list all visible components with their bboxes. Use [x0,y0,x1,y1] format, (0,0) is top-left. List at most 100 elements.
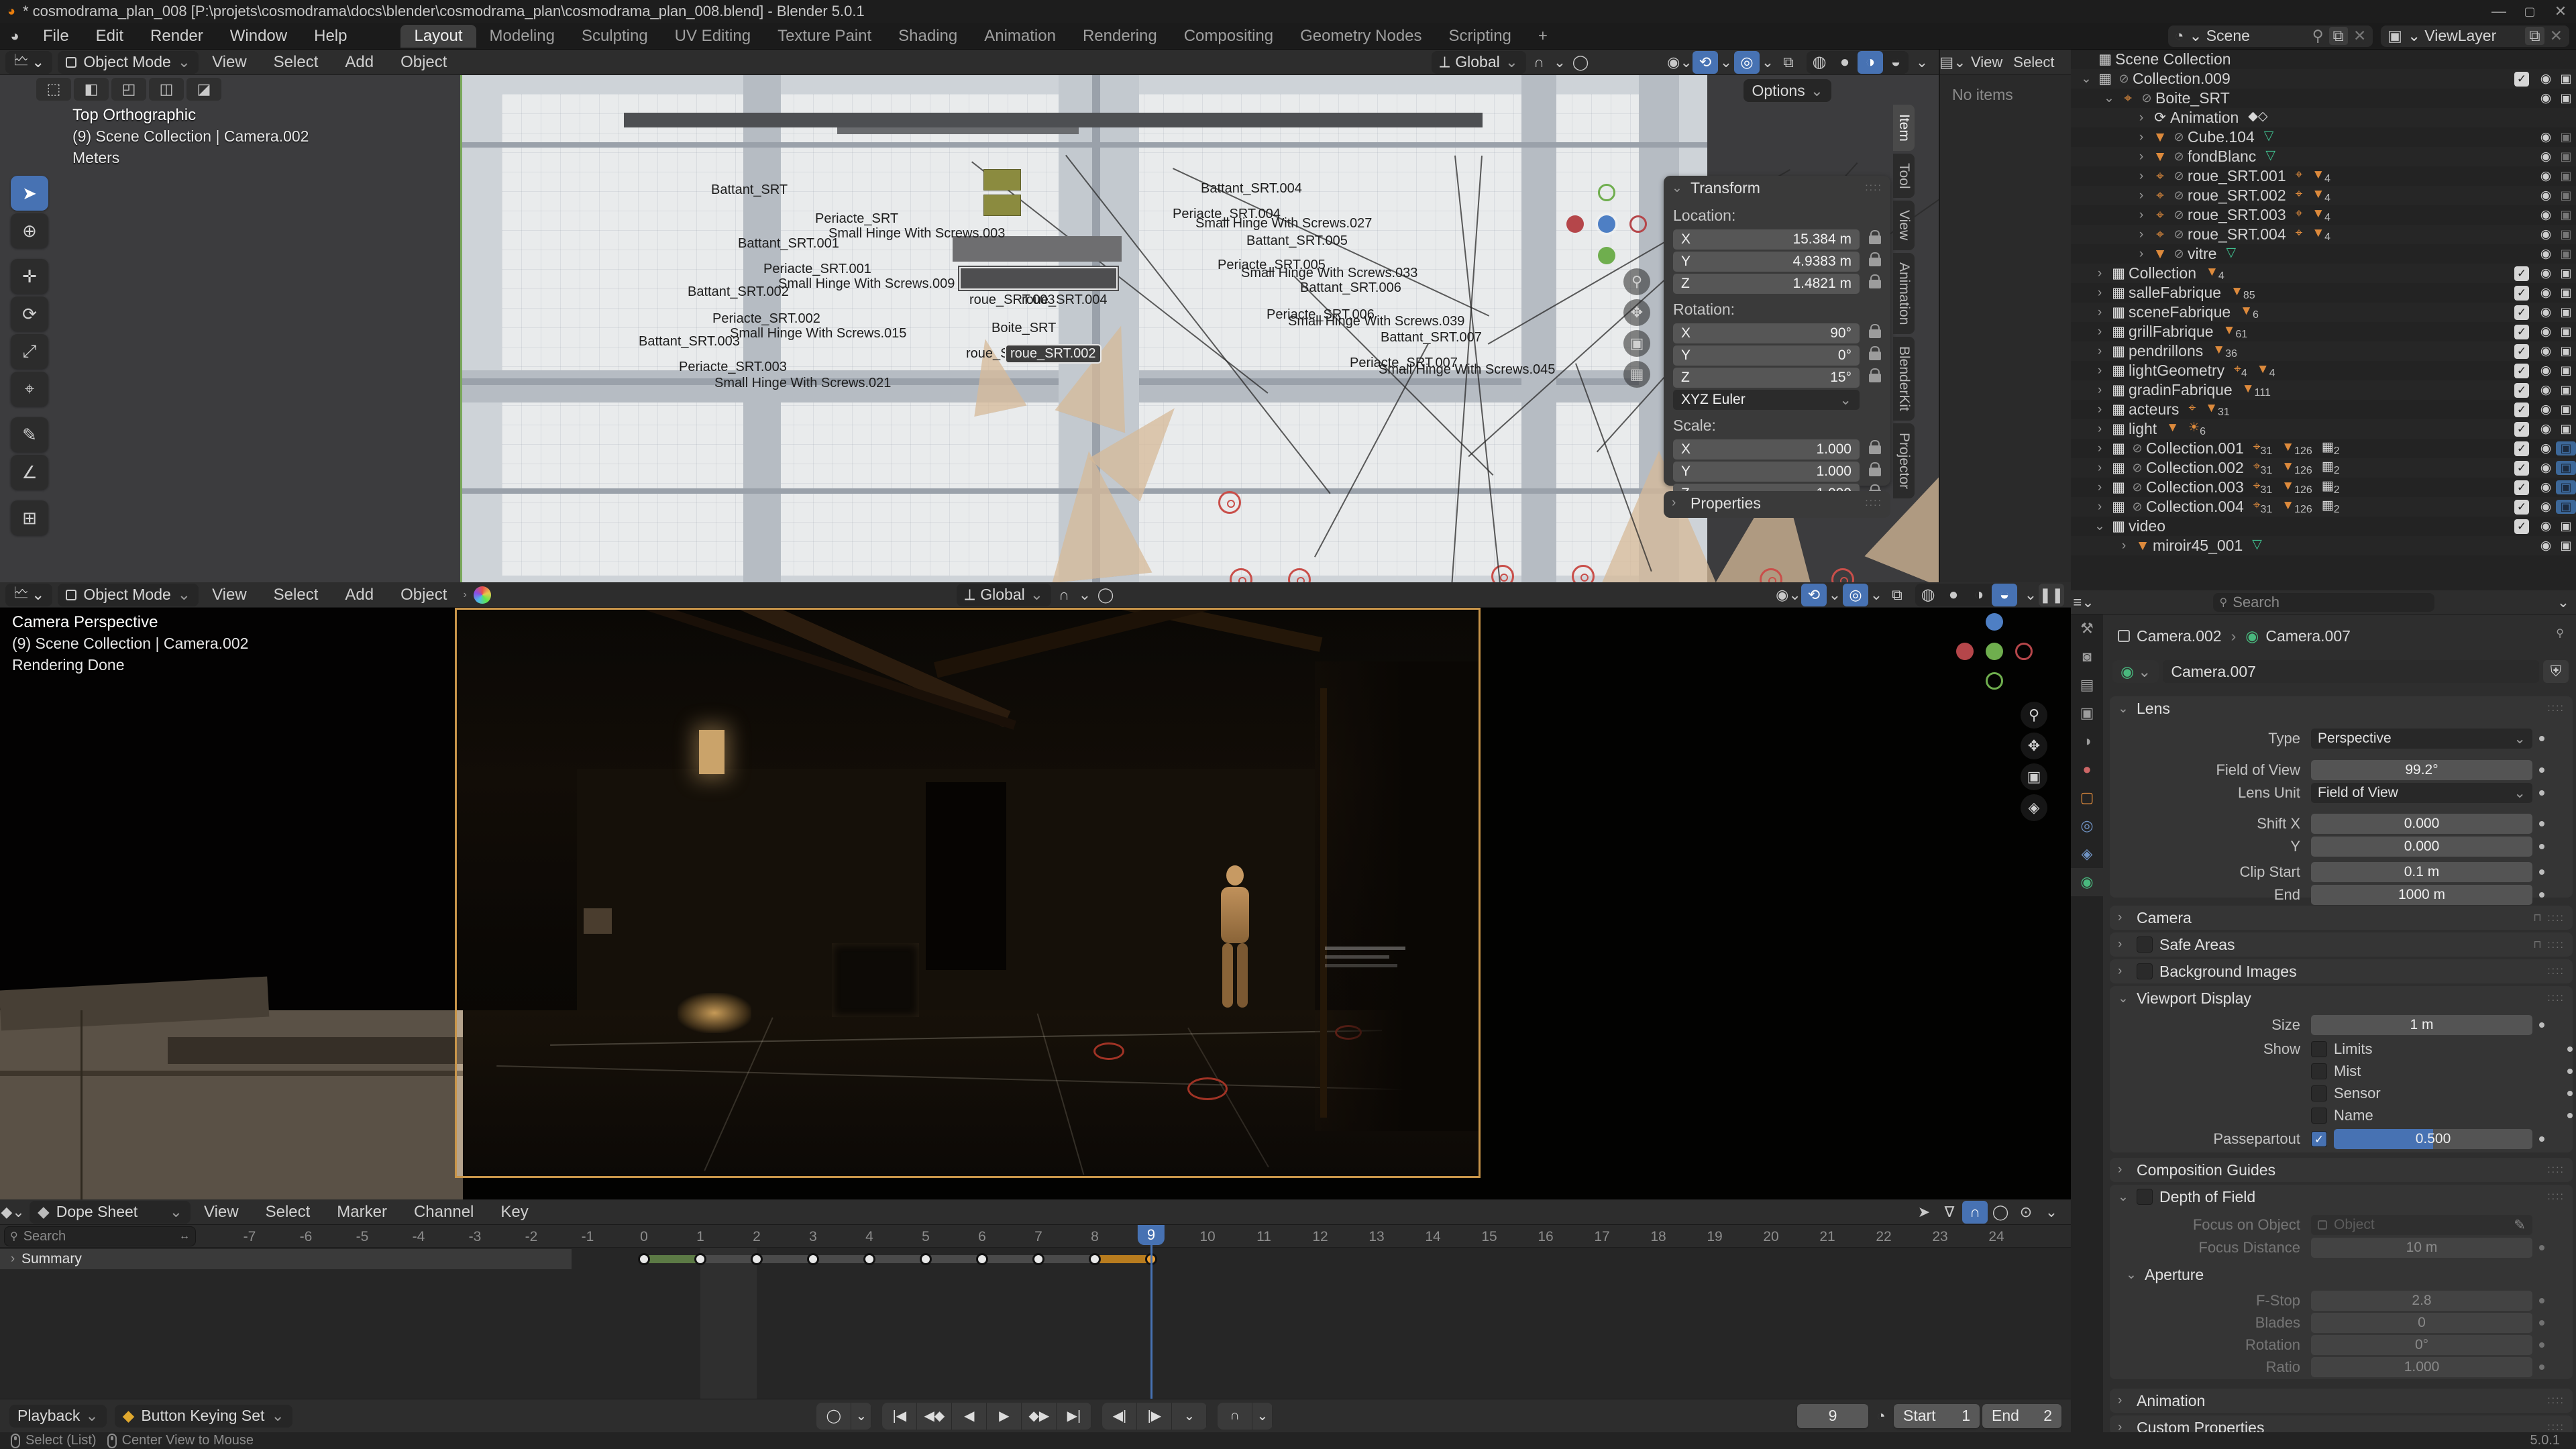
hide-eye-icon[interactable]: ◉ [2536,519,2556,534]
outliner-item-label[interactable]: video [2129,517,2165,535]
select-mode-icon[interactable]: ◧ [74,78,109,101]
outliner-item-label[interactable]: roue_SRT.002 [2188,186,2286,205]
gizmos-toggle[interactable]: ⟲ [1693,50,1718,74]
outliner-item-label[interactable]: Scene Collection [2115,50,2231,68]
outliner-item-label[interactable]: lightGeometry [2129,362,2224,380]
transport-button[interactable]: ◀ [952,1402,987,1430]
options-dropdown[interactable]: ⌄ [2551,591,2576,614]
record-dropdown[interactable]: ⌄ [851,1402,872,1430]
ortho-grid-icon[interactable]: ▦ [1623,361,1650,388]
disable-render-camera-icon[interactable]: ▣ [2556,480,2576,494]
unlink-scene-icon[interactable]: ✕ [2353,27,2366,45]
outliner-item-label[interactable]: Collection [2129,264,2196,282]
outliner-row[interactable]: › ▦ ⊘ light ▼ ☀6 ✓ ◉ ▣ [2071,419,2576,439]
keyframe-dot[interactable] [807,1253,819,1265]
toolbar-tool-button[interactable]: ⊕ [11,213,48,248]
plan-object-label[interactable]: Battant_SRT.005 [1246,233,1348,249]
playhead-line[interactable] [1150,1225,1152,1399]
id-name-field[interactable]: Camera.007 [2163,660,2539,683]
toolbar-tool-button[interactable]: ⟳ [11,297,48,331]
outliner-row[interactable]: › ▦ ⊘ acteurs ⌖ ▼31 ✓ ◉ ▣ [2071,400,2576,419]
disable-render-camera-icon[interactable]: ▣ [2556,189,2576,203]
snap-dropdown[interactable]: ⌄ [1077,584,1093,606]
mist-checkbox[interactable] [2311,1063,2327,1079]
zoom-icon[interactable]: ⚲ [2021,702,2047,729]
lock-icon[interactable] [1869,229,1881,244]
select-mode-icon[interactable]: ◫ [149,78,184,101]
disable-render-camera-icon[interactable]: ▣ [2556,500,2576,514]
hide-eye-icon[interactable]: ◉ [2536,227,2556,242]
proportional-editing-icon[interactable]: ◯ [1568,51,1593,74]
shading-mode-button[interactable]: ◑ [1858,50,1883,74]
snap-magnet-icon[interactable]: ∩ [1051,584,1077,606]
toolbar-tool-button[interactable]: ✎ [11,417,48,452]
outliner-item-label[interactable]: Collection.009 [2133,70,2231,88]
disable-render-camera-icon[interactable]: ▣ [2556,325,2576,339]
frame-start-field[interactable]: Start 1 [1894,1403,1980,1428]
gizmos-toggle[interactable]: ⟲ [1801,583,1827,606]
workspace-tab[interactable]: Layout [400,24,476,48]
lock-icon[interactable] [1869,439,1881,454]
animate-dot[interactable] [2567,1046,2573,1052]
outliner-row[interactable]: › ▦ ⊘ gradinFabrique ▼111 ✓ ◉ ▣ [2071,380,2576,400]
shading-mode-button[interactable]: ◍ [1915,584,1941,606]
passepartout-checkbox[interactable]: ✓ [2311,1131,2327,1147]
exclude-checkbox[interactable]: ✓ [2514,519,2529,534]
properties-tab[interactable]: ▣ [2071,699,2103,727]
clip-end-field[interactable]: 1000 m [2311,885,2532,905]
disable-render-camera-icon[interactable]: ▣ [2556,169,2576,183]
animate-dot[interactable] [2567,1113,2573,1118]
workspace-tab[interactable]: UV Editing [661,25,764,48]
plan-object-label[interactable]: Battant_SRT.006 [1300,280,1401,296]
outliner-row[interactable]: › ▦ ⊘ sceneFabrique ▼6 ✓ ◉ ▣ [2071,303,2576,322]
outliner-row[interactable]: ⌄ ⌖ ⊘ Boite_SRT ✓ ◉ ▣ [2071,89,2576,108]
playback-popover[interactable]: Playback ⌄ [9,1404,107,1428]
outliner-row[interactable]: › ▦ ⊘ Collection.003 ⌖31 ▼126 ▦2 ✓ ◉ ▣ [2071,478,2576,497]
lock-icon[interactable] [1869,252,1881,266]
workspace-tab[interactable]: Scripting [1436,25,1525,48]
shading-dropdown[interactable]: ⌄ [1914,51,1930,74]
shading-dropdown[interactable]: ⌄ [2023,584,2039,606]
xray-toggle[interactable]: ⧉ [1776,51,1801,74]
menu-item[interactable]: Help [301,27,360,45]
keyframe-dot[interactable] [1032,1253,1044,1265]
disable-render-camera-icon[interactable]: ▣ [2556,383,2576,397]
dof-checkbox[interactable] [2137,1189,2153,1205]
shading-mode-button[interactable]: ● [1832,51,1858,74]
outliner-row[interactable]: › ▦ ⊘ Collection ▼4 ✓ ◉ ▣ [2071,264,2576,283]
exclude-checkbox[interactable]: ✓ [2514,382,2529,398]
dopesheet-filter-icon[interactable]: ∩ [1962,1200,1988,1224]
expander-icon[interactable]: › [4,1252,21,1267]
animate-dot[interactable] [2539,869,2544,875]
transport-button[interactable]: ▶| [1057,1402,1092,1430]
visibility-dropdown[interactable]: ◉⌄ [1667,51,1693,74]
disable-render-camera-icon[interactable]: ▣ [2556,402,2576,417]
properties-tab[interactable]: ▢ [2071,784,2103,812]
properties-tab[interactable]: ▤ [2071,671,2103,699]
overlays-toggle[interactable]: ◎ [1843,583,1868,606]
plan-object-label[interactable]: Small Hinge With Screws.033 [1241,266,1417,281]
outliner-row[interactable]: › ▼ ⊘ vitre ▽ ✓ ◉ ▣ [2071,244,2576,264]
menu-item[interactable]: Add [331,586,387,604]
plan-object-label[interactable]: roue_SRT.004 [1022,292,1108,308]
expander-icon[interactable]: › [2091,286,2108,301]
animate-dot[interactable] [2539,767,2544,773]
outliner-item-label[interactable]: Collection.003 [2146,478,2244,496]
animate-dot[interactable] [2539,1136,2544,1142]
menu-item[interactable]: Render [137,27,217,45]
exclude-checkbox[interactable]: ✓ [2514,499,2529,515]
keyframe-dot[interactable] [694,1253,706,1265]
outliner-item-label[interactable]: acteurs [2129,400,2179,419]
expander-icon[interactable]: ⌄ [2100,91,2118,106]
n-panel-tab[interactable]: Item [1893,105,1915,151]
expander-icon[interactable]: › [2133,169,2150,184]
exclude-checkbox[interactable]: ✓ [2514,71,2529,87]
auto-key-record-button[interactable]: ◯ [816,1402,852,1430]
blender-menu-icon[interactable]: ◕ [0,28,30,45]
outliner-item-label[interactable]: Cube.104 [2188,128,2255,146]
shading-mode-button[interactable]: ◒ [1992,583,2017,606]
properties-tab[interactable]: ⚒ [2071,614,2103,643]
lock-icon[interactable] [1869,345,1881,360]
new-viewlayer-icon[interactable]: ⧉ [2525,27,2544,45]
expander-icon[interactable]: › [2091,402,2108,417]
